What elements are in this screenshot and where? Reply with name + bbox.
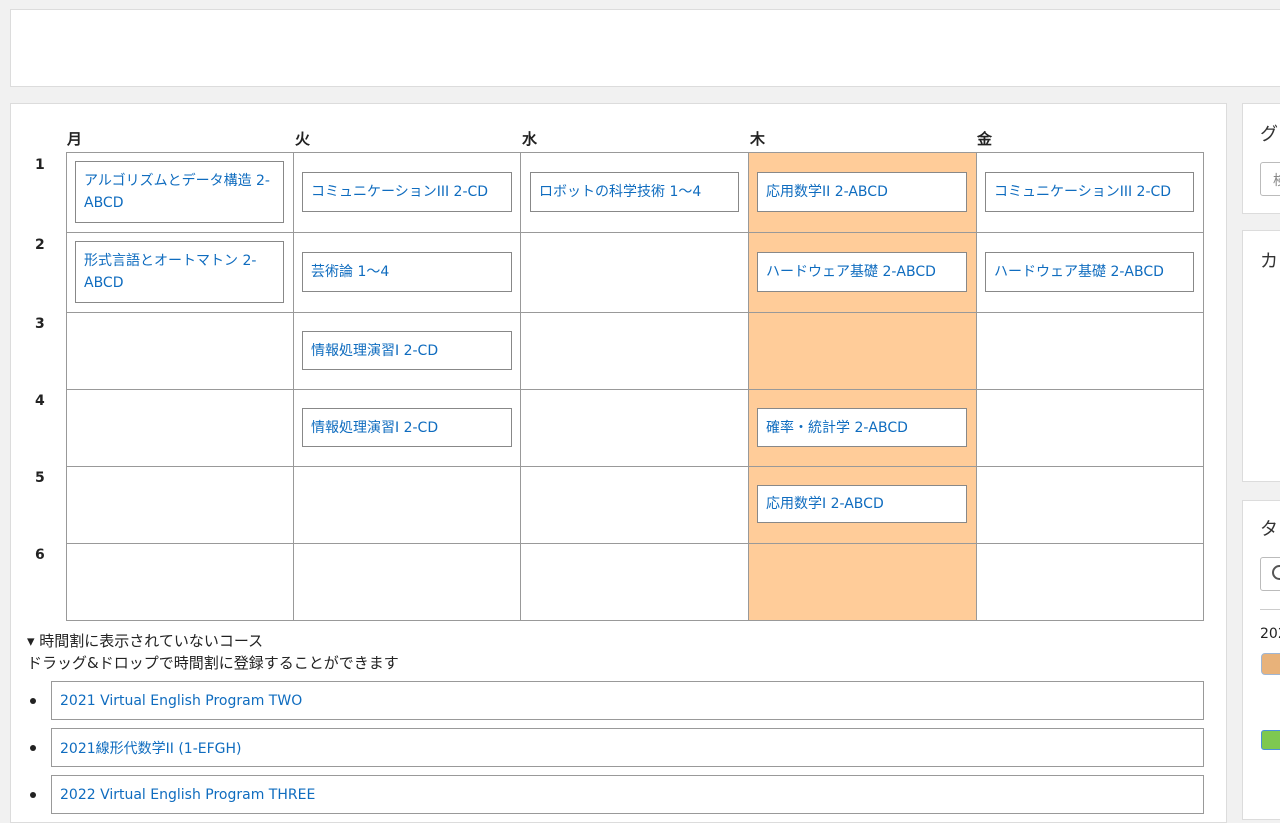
row-divider — [67, 232, 1203, 233]
top-panel — [10, 9, 1280, 87]
day-header-fri: 金 — [977, 130, 993, 148]
sidebar-block-3-title: タ — [1260, 519, 1278, 540]
list-bullet — [30, 745, 36, 751]
sidebar-search-placeholder: 検 — [1273, 173, 1280, 189]
course-fri-p1[interactable]: コミュニケーションIII 2-CD — [985, 172, 1194, 212]
list-bullet — [30, 792, 36, 798]
period-number-3: 3 — [35, 316, 45, 332]
course-thu-p5[interactable]: 応用数学I 2-ABCD — [757, 485, 967, 523]
period-number-5: 5 — [35, 470, 45, 486]
row-divider — [67, 312, 1203, 313]
forum-icon — [1261, 730, 1280, 750]
assignment-icon — [1261, 653, 1280, 675]
course-tue-p4[interactable]: 情報処理演習I 2-CD — [302, 408, 512, 447]
thursday-column-highlight — [748, 153, 977, 620]
course-mon-p1[interactable]: アルゴリズムとデータ構造 2-ABCD — [75, 161, 284, 223]
period-number-4: 4 — [35, 393, 45, 409]
period-number-2: 2 — [35, 237, 45, 253]
unlisted-course-item[interactable]: 2021 Virtual English Program TWO — [51, 681, 1204, 720]
course-thu-p2[interactable]: ハードウェア基礎 2-ABCD — [757, 252, 967, 292]
list-bullet — [30, 698, 36, 704]
unlisted-course-item[interactable]: 2022 Virtual English Program THREE — [51, 775, 1204, 814]
course-thu-p4[interactable]: 確率・統計学 2-ABCD — [757, 408, 967, 447]
course-mon-p2[interactable]: 形式言語とオートマトン 2-ABCD — [75, 241, 284, 303]
day-header-mon: 月 — [67, 130, 83, 148]
course-tue-p1[interactable]: コミュニケーションIII 2-CD — [302, 172, 512, 212]
sidebar-search-input[interactable]: 検 — [1260, 162, 1280, 196]
unlisted-courses-toggle[interactable]: ▾ 時間割に表示されていないコース — [27, 630, 263, 651]
course-tue-p3[interactable]: 情報処理演習I 2-CD — [302, 331, 512, 370]
sidebar-divider — [1260, 609, 1280, 610]
day-header-thu: 木 — [750, 130, 766, 148]
sidebar-block-2-title: カ — [1260, 251, 1278, 272]
course-fri-p2[interactable]: ハードウェア基礎 2-ABCD — [985, 252, 1194, 292]
sidebar-block-1-title: グ — [1260, 124, 1278, 145]
course-tue-p2[interactable]: 芸術論 1〜4 — [302, 252, 512, 292]
sidebar-block-3: タ 202 — [1242, 500, 1280, 820]
drag-drop-hint: ドラッグ&ドロップで時間割に登録することができます — [27, 654, 399, 672]
row-divider — [67, 543, 1203, 544]
column-divider — [293, 153, 294, 620]
clock-icon — [1272, 565, 1280, 580]
unlisted-course-item[interactable]: 2021線形代数学II (1-EFGH) — [51, 728, 1204, 767]
sidebar-timeline-select[interactable] — [1260, 557, 1280, 591]
course-wed-p1[interactable]: ロボットの科学技術 1〜4 — [530, 172, 739, 212]
row-divider — [67, 466, 1203, 467]
day-header-tue: 火 — [295, 130, 311, 148]
course-thu-p1[interactable]: 応用数学II 2-ABCD — [757, 172, 967, 212]
period-number-6: 6 — [35, 547, 45, 563]
sidebar-block-2: カ — [1242, 230, 1280, 482]
period-number-1: 1 — [35, 157, 45, 173]
sidebar-block-1: グ 検 — [1242, 103, 1280, 214]
sidebar-timeline-year: 202 — [1260, 626, 1280, 642]
column-divider — [520, 153, 521, 620]
day-header-wed: 水 — [522, 130, 538, 148]
row-divider — [67, 389, 1203, 390]
